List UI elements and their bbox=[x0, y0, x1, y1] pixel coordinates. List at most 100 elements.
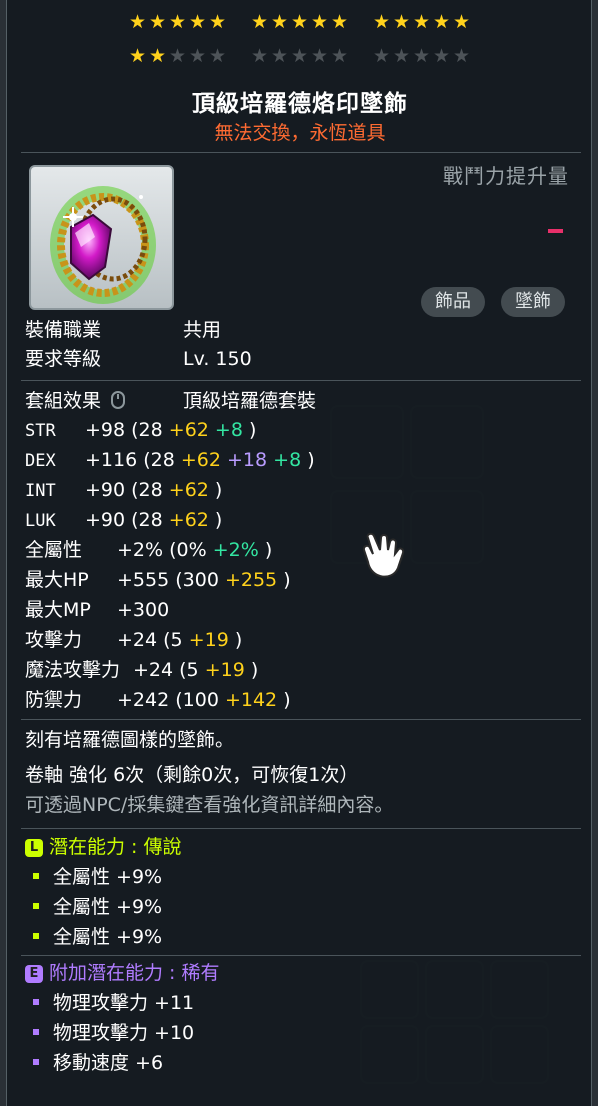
item-tooltip: ★ ★ ★ ★ ★ ★ ★ ★ ★ ★ ★ ★ ★ ★ ★ ★ ★ ★ ★ ★ ★ ★ ★ ★ ★ ★ ★ ★ ★ ★ 頂級培羅德烙印墜… bbox=[6, 0, 592, 1106]
bullet-icon bbox=[33, 1029, 39, 1035]
stat-name: 攻擊力 bbox=[25, 629, 83, 651]
level-label: 要求等級 bbox=[25, 348, 102, 370]
star-filled-icon: ★ bbox=[168, 11, 188, 33]
potential-header: L 潛在能力 : 傳說 bbox=[25, 834, 181, 860]
star-empty-icon: ★ bbox=[290, 45, 310, 67]
stat-row: 全屬性 +2% (0% +2% ) bbox=[25, 537, 272, 563]
combat-power-decrease-indicator bbox=[548, 229, 563, 233]
star-filled-icon: ★ bbox=[188, 11, 208, 33]
stat-total: +90 bbox=[85, 479, 132, 501]
stat-bonus: +19 bbox=[188, 629, 235, 651]
set-effect-row[interactable]: 套組效果 頂級培羅德套裝 bbox=[25, 388, 316, 414]
bonus-potential-header: E 附加潛在能力 : 稀有 bbox=[25, 960, 219, 986]
potential-line-text: 移動速度 +6 bbox=[53, 1052, 164, 1074]
level-value: Lv. 150 bbox=[183, 348, 252, 370]
star-empty-icon: ★ bbox=[168, 45, 188, 67]
stat-row: 防禦力 +242 (100 +142 ) bbox=[25, 687, 291, 713]
star-group: ★ ★ ★ ★ ★ bbox=[372, 46, 472, 66]
stat-base: (300 bbox=[175, 569, 225, 591]
stat-total: +555 bbox=[117, 569, 176, 591]
star-filled-icon: ★ bbox=[148, 11, 168, 33]
stat-bonus: +8 bbox=[273, 449, 308, 471]
stat-base: (28 bbox=[131, 509, 169, 531]
stat-row: 魔法攻擊力 +24 (5 +19 ) bbox=[25, 657, 258, 683]
stat-total: +24 bbox=[117, 629, 164, 651]
stat-close-paren: ) bbox=[283, 689, 291, 711]
hand-cursor-icon bbox=[360, 528, 406, 584]
stat-name: DEX bbox=[25, 451, 56, 471]
job-label: 裝備職業 bbox=[25, 319, 102, 341]
star-force-row-2: ★ ★ ★ ★ ★ ★ ★ ★ ★ ★ ★ ★ ★ ★ ★ bbox=[7, 46, 593, 66]
stat-total: +300 bbox=[117, 599, 170, 621]
star-empty-icon: ★ bbox=[372, 45, 392, 67]
stat-close-paren: ) bbox=[214, 479, 223, 501]
set-effect-value: 頂級培羅德套裝 bbox=[183, 390, 317, 412]
star-filled-icon: ★ bbox=[148, 45, 168, 67]
star-filled-icon: ★ bbox=[310, 11, 330, 33]
stat-bonus: +62 bbox=[168, 479, 215, 501]
star-filled-icon: ★ bbox=[412, 11, 432, 33]
trade-restriction: 無法交換，永恆道具 bbox=[214, 122, 386, 144]
stat-bonus: +8 bbox=[214, 419, 249, 441]
tag-accessory: 飾品 bbox=[421, 287, 485, 317]
star-filled-icon: ★ bbox=[452, 11, 472, 33]
divider bbox=[21, 380, 581, 381]
stat-base: (28 bbox=[143, 449, 181, 471]
stat-name: 魔法攻擊力 bbox=[25, 659, 121, 681]
star-filled-icon: ★ bbox=[128, 45, 148, 67]
star-filled-icon: ★ bbox=[372, 11, 392, 33]
potential-line: 全屬性 +9% bbox=[25, 864, 162, 890]
potential-line: 移動速度 +6 bbox=[25, 1050, 163, 1076]
stat-name: 最大HP bbox=[25, 569, 89, 591]
mouse-icon bbox=[111, 391, 126, 409]
stat-total: +2% bbox=[117, 539, 170, 561]
potential-line-text: 全屬性 +9% bbox=[53, 926, 163, 948]
stat-total: +242 bbox=[117, 689, 176, 711]
star-filled-icon: ★ bbox=[290, 11, 310, 33]
stat-row: 最大HP +555 (300 +255 ) bbox=[25, 567, 291, 593]
stat-total: +116 bbox=[85, 449, 144, 471]
stat-close-paren: ) bbox=[264, 539, 273, 561]
potential-line-text: 物理攻擊力 +11 bbox=[53, 992, 195, 1014]
legendary-badge-icon: L bbox=[25, 838, 43, 857]
stat-row: 攻擊力 +24 (5 +19 ) bbox=[25, 627, 242, 653]
star-empty-icon: ★ bbox=[310, 45, 330, 67]
stat-base: (0% bbox=[169, 539, 213, 561]
stat-row: LUK +90 (28 +62 ) bbox=[25, 507, 222, 533]
stat-bonus: +62 bbox=[180, 449, 228, 471]
stat-row: STR +98 (28 +62 +8 ) bbox=[25, 417, 256, 443]
bonus-potential-label: 附加潛在能力 : 稀有 bbox=[49, 962, 220, 984]
potential-line-text: 全屬性 +9% bbox=[53, 866, 163, 888]
star-force-row-1: ★ ★ ★ ★ ★ ★ ★ ★ ★ ★ ★ ★ ★ ★ ★ bbox=[7, 12, 593, 32]
star-empty-icon: ★ bbox=[452, 45, 472, 67]
star-empty-icon: ★ bbox=[270, 45, 290, 67]
stat-row: 最大MP +300 bbox=[25, 597, 169, 623]
stat-base: (28 bbox=[131, 419, 169, 441]
star-empty-icon: ★ bbox=[412, 45, 432, 67]
stat-bonus: +62 bbox=[168, 419, 215, 441]
stat-close-paren: ) bbox=[283, 569, 291, 591]
potential-label: 潛在能力 : 傳說 bbox=[49, 836, 182, 858]
bullet-icon bbox=[33, 903, 39, 909]
stat-name: INT bbox=[25, 481, 56, 501]
star-filled-icon: ★ bbox=[128, 11, 148, 33]
job-value: 共用 bbox=[183, 319, 222, 341]
potential-line: 物理攻擊力 +11 bbox=[25, 990, 194, 1016]
potential-line-text: 物理攻擊力 +10 bbox=[53, 1022, 195, 1044]
stat-bonus: +142 bbox=[224, 689, 284, 711]
stat-name: 防禦力 bbox=[25, 689, 83, 711]
stat-base: (5 bbox=[163, 629, 189, 651]
star-filled-icon: ★ bbox=[250, 11, 270, 33]
level-row: 要求等級 Lv. 150 bbox=[25, 346, 252, 372]
star-group: ★ ★ ★ ★ ★ bbox=[128, 12, 228, 32]
potential-line: 物理攻擊力 +10 bbox=[25, 1020, 194, 1046]
potential-line: 全屬性 +9% bbox=[25, 894, 162, 920]
stat-name: 最大MP bbox=[25, 599, 91, 621]
potential-line: 全屬性 +9% bbox=[25, 924, 162, 950]
stat-close-paren: ) bbox=[234, 629, 243, 651]
stat-bonus: +19 bbox=[204, 659, 251, 681]
stat-bonus: +62 bbox=[168, 509, 215, 531]
upgrade-info: 卷軸 強化 6次（剩餘0次，可恢復1次） bbox=[25, 764, 359, 786]
star-filled-icon: ★ bbox=[208, 11, 228, 33]
stat-bonus: +255 bbox=[224, 569, 284, 591]
